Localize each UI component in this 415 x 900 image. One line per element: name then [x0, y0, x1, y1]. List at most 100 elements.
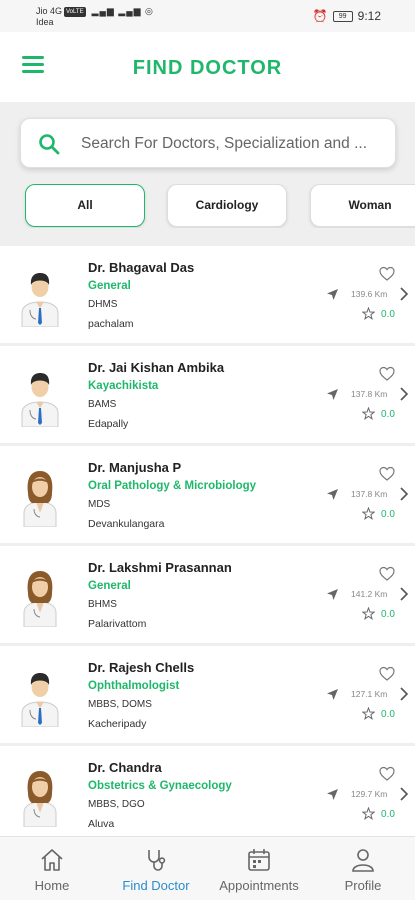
nav-find-doctor-label: Find Doctor: [122, 878, 190, 893]
nav-profile-label: Profile: [344, 878, 382, 893]
carrier-name-2: Idea: [36, 17, 54, 27]
doctor-rating: 0.0: [381, 409, 395, 420]
male-doctor-avatar-icon: [21, 273, 59, 327]
battery-icon: 99: [332, 10, 353, 22]
status-right: ⏰ 99 9:12: [313, 9, 381, 23]
doctor-rating: 0.0: [381, 709, 395, 720]
doctor-qualification: DHMS: [88, 299, 118, 310]
navigation-arrow-icon: [327, 489, 338, 500]
heart-icon[interactable]: [379, 466, 395, 482]
doctor-location: Kacheripady: [88, 718, 147, 730]
navigation-arrow-icon: [327, 689, 338, 700]
bottom-navigation: Home Find Doctor Appointments Profile: [0, 836, 415, 900]
doctor-location: Devankulangara: [88, 518, 165, 530]
heart-icon[interactable]: [379, 666, 395, 682]
clock: 9:12: [357, 9, 381, 23]
doctor-name: Dr. Rajesh Chells: [88, 660, 195, 675]
doctor-card[interactable]: Dr. Bhagaval Das General DHMS pachalam 139.6…: [0, 246, 415, 343]
doctor-rating: 0.0: [381, 809, 395, 820]
doctor-distance: 137.8 Km: [351, 389, 388, 399]
doctor-distance: 141.2 Km: [351, 589, 388, 599]
navigation-arrow-icon: [327, 589, 338, 600]
search-box[interactable]: [20, 118, 396, 168]
doctor-list: Dr. Bhagaval Das General DHMS pachalam 139.6…: [0, 246, 415, 836]
doctor-card[interactable]: Dr. Rajesh Chells Ophthalmologist MBBS, DO…: [0, 646, 415, 743]
carrier-info: Jio 4G VoLTE ▂▄▆ ▂▄▆ ◎ Idea: [36, 6, 154, 27]
nav-home[interactable]: Home: [22, 837, 82, 900]
heart-icon[interactable]: [379, 366, 395, 382]
male-doctor-avatar-icon: [21, 673, 59, 727]
nav-profile[interactable]: Profile: [333, 837, 393, 900]
carrier-name: Jio 4G: [36, 6, 63, 16]
doctor-distance: 139.6 Km: [351, 289, 388, 299]
doctor-qualification: MDS: [88, 499, 111, 510]
filter-chip-cardiology[interactable]: Cardiology: [167, 184, 287, 227]
signal-icon: ▂▄▆ ▂▄▆ ◎: [91, 6, 154, 16]
heart-icon[interactable]: [379, 266, 395, 282]
doctor-qualification: MBBS, DGO: [88, 799, 145, 810]
stethoscope-icon: [148, 850, 166, 871]
doctor-qualification: BAMS: [88, 399, 117, 410]
nav-find-doctor[interactable]: Find Doctor: [115, 837, 197, 900]
doctor-specialization: General: [88, 280, 131, 292]
doctor-distance: 129.7 Km: [351, 789, 388, 799]
chevron-right-icon[interactable]: [398, 586, 410, 602]
doctor-name: Dr. Lakshmi Prasannan: [88, 560, 232, 575]
star-icon: [362, 707, 375, 720]
doctor-location: pachalam: [88, 318, 134, 330]
doctor-specialization: Obstetrics & Gynaecology: [88, 780, 232, 792]
chevron-right-icon[interactable]: [398, 786, 410, 802]
doctor-qualification: MBBS, DOMS: [88, 699, 152, 710]
doctor-rating: 0.0: [381, 309, 395, 320]
alarm-icon: ⏰: [312, 9, 328, 23]
page-title: FIND DOCTOR: [132, 57, 283, 79]
doctor-card[interactable]: Dr. Jai Kishan Ambika Kayachikista BAMS Eda…: [0, 346, 415, 443]
female-doctor-avatar-icon: [23, 571, 57, 627]
doctor-specialization: Ophthalmologist: [88, 680, 180, 692]
doctor-card[interactable]: Dr. Lakshmi Prasannan General BHMS Palariva…: [0, 546, 415, 643]
female-doctor-avatar-icon: [23, 771, 57, 827]
filter-chip-woman[interactable]: Woman: [310, 184, 415, 227]
doctor-location: Palarivattom: [88, 618, 147, 630]
doctor-distance: 127.1 Km: [351, 689, 388, 699]
heart-icon[interactable]: [379, 566, 395, 582]
star-icon: [362, 607, 375, 620]
doctor-specialization: Oral Pathology & Microbiology: [88, 480, 257, 492]
doctor-rating: 0.0: [381, 509, 395, 520]
chevron-right-icon[interactable]: [398, 386, 410, 402]
search-input[interactable]: [81, 131, 381, 157]
doctor-card[interactable]: Dr. Chandra Obstetrics & Gynaecology MBBS,…: [0, 746, 415, 836]
app-bar: FIND DOCTOR: [0, 32, 415, 102]
doctor-name: Dr. Manjusha P: [88, 460, 182, 475]
user-icon: [352, 849, 374, 872]
doctor-location: Edapally: [88, 418, 129, 430]
star-icon: [362, 507, 375, 520]
calendar-icon: [248, 849, 270, 871]
nav-appointments-label: Appointments: [219, 878, 299, 893]
volte-badge: VoLTE: [64, 7, 86, 17]
chevron-right-icon[interactable]: [398, 486, 410, 502]
chevron-right-icon[interactable]: [398, 686, 410, 702]
nav-home-label: Home: [34, 878, 70, 893]
home-icon: [41, 849, 63, 871]
star-icon: [362, 807, 375, 820]
heart-icon[interactable]: [379, 766, 395, 782]
doctor-name: Dr. Bhagaval Das: [88, 260, 195, 275]
filter-chip-all[interactable]: All: [25, 184, 145, 227]
doctor-specialization: Kayachikista: [88, 380, 159, 392]
doctor-name: Dr. Jai Kishan Ambika: [88, 360, 225, 375]
specialty-filter-bar: All Cardiology Woman: [0, 184, 415, 228]
star-icon: [362, 407, 375, 420]
doctor-name: Dr. Chandra: [88, 760, 162, 775]
chevron-right-icon[interactable]: [398, 286, 410, 302]
navigation-arrow-icon: [327, 389, 338, 400]
doctor-rating: 0.0: [381, 609, 395, 620]
doctor-location: Aluva: [88, 818, 115, 830]
navigation-arrow-icon: [327, 789, 338, 800]
doctor-card[interactable]: Dr. Manjusha P Oral Pathology & Microbiol…: [0, 446, 415, 543]
navigation-arrow-icon: [327, 289, 338, 300]
doctor-qualification: BHMS: [88, 599, 117, 610]
doctor-distance: 137.8 Km: [351, 489, 388, 499]
male-doctor-avatar-icon: [21, 373, 59, 427]
nav-appointments[interactable]: Appointments: [212, 837, 306, 900]
